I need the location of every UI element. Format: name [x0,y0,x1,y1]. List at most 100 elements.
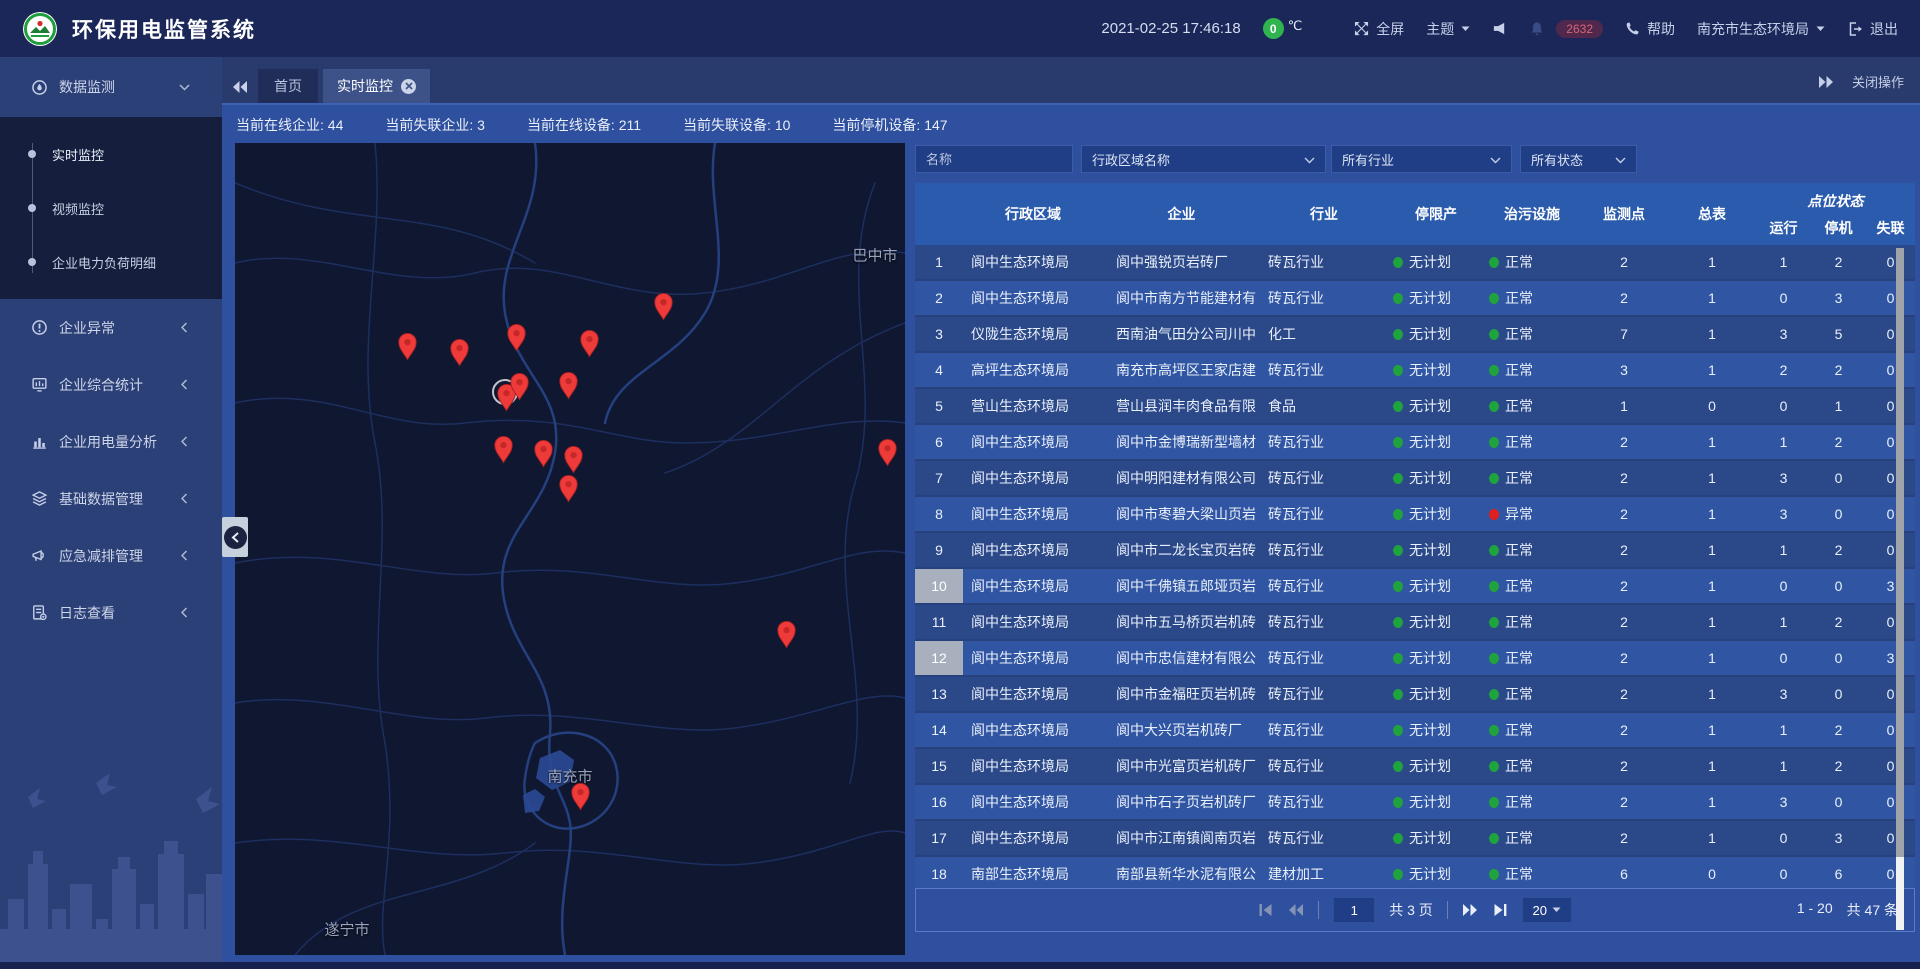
table-row[interactable]: 10阆中生态环境局阆中千佛镇五郎垭页岩砖瓦行业无计划正常21003 [915,569,1915,605]
cell-lost-count: 0 [1866,497,1915,531]
tabs-scroll-right-button[interactable] [1818,75,1834,89]
cell-facility: 正常 [1484,713,1580,747]
cell-suspend: 无计划 [1388,569,1484,603]
close-operations-menu[interactable]: 关闭操作 [1852,72,1904,91]
table-row[interactable]: 16阆中生态环境局阆中市石子页岩机砖厂砖瓦行业无计划正常21300 [915,785,1915,821]
map-pin[interactable] [509,372,530,401]
cell-company: 营山县润丰肉食品有限 [1103,389,1260,423]
sidebar-item[interactable]: 日志查看 [0,584,222,641]
notifications-button[interactable]: 2632 [1529,20,1603,38]
cell-stop-count: 0 [1811,641,1866,675]
map-pin[interactable] [506,323,527,352]
sidebar-subitem[interactable]: 视频监控 [0,181,222,235]
sidebar-item[interactable]: 基础数据管理 [0,470,222,527]
mute-button[interactable] [1492,21,1507,36]
sidebar-subitem[interactable]: 实时监控 [0,127,222,181]
tabs-scroll-left-button[interactable] [232,80,248,94]
table-row[interactable]: 1阆中生态环境局阆中强锐页岩砖厂砖瓦行业无计划正常21120 [915,245,1915,281]
map-roads [235,143,905,955]
table-row[interactable]: 8阆中生态环境局阆中市枣碧大梁山页岩砖瓦行业无计划异常21300 [915,497,1915,533]
table-scrollbar[interactable] [1896,248,1904,930]
table-row[interactable]: 11阆中生态环境局阆中市五马桥页岩机砖砖瓦行业无计划正常21120 [915,605,1915,641]
table-row[interactable]: 14阆中生态环境局阆中大兴页岩机砖厂砖瓦行业无计划正常21120 [915,713,1915,749]
page-number-input[interactable] [1333,897,1375,923]
status-dot-green [1393,581,1403,592]
table-row[interactable]: 17阆中生态环境局阆中市江南镇阆南页岩砖瓦行业无计划正常21030 [915,821,1915,857]
table-row[interactable]: 2阆中生态环境局阆中市南方节能建材有砖瓦行业无计划正常21030 [915,281,1915,317]
tab-label: 实时监控 [337,76,393,96]
first-page-button[interactable] [1258,903,1274,917]
tab-active[interactable]: 实时监控 [323,69,430,103]
org-menu[interactable]: 南充市生态环境局 [1697,19,1825,39]
tab-item[interactable]: 首页 [258,69,318,103]
status-select[interactable]: 所有状态 [1520,145,1637,173]
map-pin[interactable] [397,332,418,361]
sidebar-item[interactable]: 应急减排管理 [0,527,222,584]
collapse-map-button[interactable] [222,517,248,557]
map-pin[interactable] [449,338,470,367]
scrollbar-thumb[interactable] [1896,248,1904,857]
previous-page-button[interactable] [1288,903,1304,917]
table-row[interactable]: 13阆中生态环境局阆中市金福旺页岩机砖砖瓦行业无计划正常21300 [915,677,1915,713]
logout-button[interactable]: 退出 [1847,19,1898,39]
map-panel[interactable]: 巴中市南充市遂宁市 [235,143,905,955]
chevron-left-icon [175,436,193,447]
cell-monitor-count: 2 [1580,821,1668,855]
fullscreen-button[interactable]: 全屏 [1354,19,1404,39]
map-pin[interactable] [570,782,591,811]
cell-stop-count: 6 [1811,857,1866,888]
cell-stop-count: 2 [1811,605,1866,639]
map-pin[interactable] [558,474,579,503]
map-pin[interactable] [653,292,674,321]
sidebar-item[interactable]: 企业用电量分析 [0,413,222,470]
table-row[interactable]: 12阆中生态环境局阆中市忠信建材有限公砖瓦行业无计划正常21003 [915,641,1915,677]
cell-facility: 正常 [1484,353,1580,387]
map-pin[interactable] [776,620,797,649]
table-row[interactable]: 3仪陇生态环境局西南油气田分公司川中化工无计划正常71350 [915,317,1915,353]
help-button[interactable]: 帮助 [1625,19,1675,39]
cell-monitor-count: 6 [1580,857,1668,888]
stat-item: 当前失联企业: 3 [385,115,485,135]
close-tab-icon[interactable] [401,79,416,94]
stats-bar: 当前在线企业: 44当前失联企业: 3当前在线设备: 211当前失联设备: 10… [222,107,1920,143]
cell-lost-count: 3 [1866,641,1915,675]
cell-stop-count: 2 [1811,713,1866,747]
page-size-select[interactable]: 20 [1522,897,1572,923]
sidebar-item[interactable]: 数据监测 [0,57,222,117]
sidebar-subitem[interactable]: 企业电力负荷明细 [0,235,222,289]
table-row[interactable]: 15阆中生态环境局阆中市光富页岩机砖厂砖瓦行业无计划正常21120 [915,749,1915,785]
stat-label: 当前在线设备: [527,117,619,133]
table-row[interactable]: 7阆中生态环境局阆中明阳建材有限公司砖瓦行业无计划正常21300 [915,461,1915,497]
cell-meter-count: 1 [1668,281,1756,315]
map-pin[interactable] [533,439,554,468]
table-row[interactable]: 6阆中生态环境局阆中市金博瑞新型墙材砖瓦行业无计划正常21120 [915,425,1915,461]
last-page-button[interactable] [1492,903,1508,917]
cell-lost-count: 0 [1866,749,1915,783]
theme-menu[interactable]: 主题 [1426,19,1470,39]
table-row[interactable]: 18南部生态环境局南部县新华水泥有限公建材加工无计划正常60060 [915,857,1915,888]
map-pin[interactable] [563,445,584,474]
chevron-left-icon [224,526,247,549]
logout-icon [1847,21,1863,37]
cell-district: 阆中生态环境局 [963,497,1103,531]
cell-monitor-count: 2 [1580,461,1668,495]
industry-select[interactable]: 所有行业 [1331,145,1512,173]
table-row[interactable]: 4高坪生态环境局南充市高坪区王家店建砖瓦行业无计划正常31220 [915,353,1915,389]
cell-suspend: 无计划 [1388,677,1484,711]
region-select[interactable]: 行政区域名称 [1081,145,1326,173]
map-pin[interactable] [558,371,579,400]
sidebar-item[interactable]: 企业异常 [0,299,222,356]
row-index: 11 [915,605,963,639]
cell-suspend: 无计划 [1388,821,1484,855]
next-page-button[interactable] [1462,903,1478,917]
table-row[interactable]: 5营山生态环境局营山县润丰肉食品有限食品无计划正常10010 [915,389,1915,425]
map-pin[interactable] [877,438,898,467]
map-pin[interactable] [579,329,600,358]
cell-company: 南充市高坪区王家店建 [1103,353,1260,387]
map-pin[interactable] [493,435,514,464]
table-row[interactable]: 9阆中生态环境局阆中市二龙长宝页岩砖砖瓦行业无计划正常21120 [915,533,1915,569]
sidebar-item[interactable]: 企业综合统计 [0,356,222,413]
cell-facility: 正常 [1484,425,1580,459]
status-dot-green [1393,653,1403,664]
name-search-input[interactable] [915,145,1073,173]
